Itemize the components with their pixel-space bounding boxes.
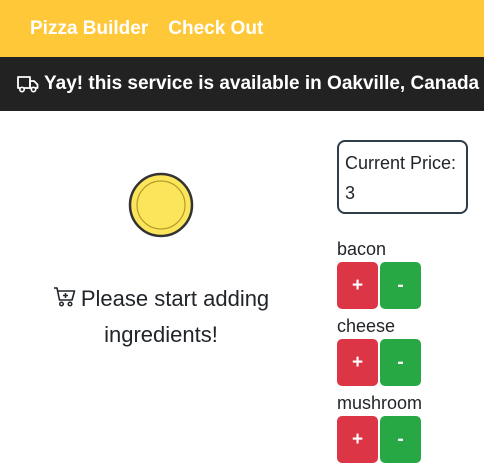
current-price-box: Current Price: 3 (337, 140, 468, 214)
add-bacon-button[interactable]: + (337, 262, 378, 309)
remove-bacon-button[interactable]: - (380, 262, 421, 309)
ingredient-name: bacon (337, 239, 387, 259)
empty-ingredients-message: Please start adding ingredients! (30, 282, 292, 352)
nav-link-pizza-builder[interactable]: Pizza Builder (30, 18, 148, 40)
empty-message-text: Please start adding ingredients! (80, 286, 270, 347)
ingredient-item-mushroom: mushroom + - (337, 390, 477, 467)
availability-banner: Yay! this service is available in Oakvil… (0, 57, 484, 111)
current-price-text: Current Price: 3 (345, 153, 457, 203)
ingredient-name: cheese (337, 316, 396, 336)
truck-icon (17, 75, 39, 93)
add-cheese-button[interactable]: + (337, 339, 378, 386)
ingredient-controls: bacon + - cheese + - mushroom + - (337, 236, 477, 467)
ingredient-name: mushroom (337, 393, 423, 413)
remove-mushroom-button[interactable]: - (380, 416, 421, 463)
ingredient-item-bacon: bacon + - (337, 236, 477, 313)
nav-link-check-out[interactable]: Check Out (168, 18, 263, 40)
cart-icon (53, 284, 77, 318)
ingredient-item-cheese: cheese + - (337, 313, 477, 390)
top-navbar: Pizza Builder Check Out (0, 0, 484, 57)
add-mushroom-button[interactable]: + (337, 416, 378, 463)
remove-cheese-button[interactable]: - (380, 339, 421, 386)
pizza-base-icon (128, 172, 194, 238)
availability-text: Yay! this service is available in Oakvil… (44, 73, 480, 94)
